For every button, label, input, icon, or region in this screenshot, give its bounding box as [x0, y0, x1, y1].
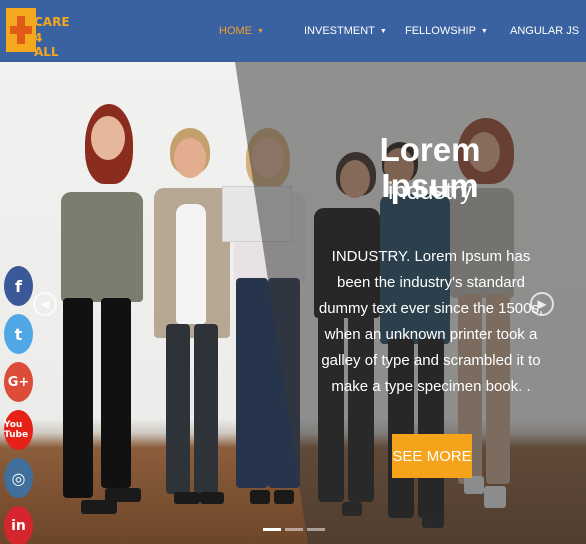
carousel-indicator[interactable] — [263, 528, 281, 531]
instagram-icon[interactable]: ◎ — [4, 458, 33, 498]
photo-person — [150, 128, 235, 508]
nav-investment[interactable]: INVESTMENT ▼ — [304, 0, 387, 62]
slide-subtitle: industry — [387, 178, 473, 205]
nav-fellowship-label: FELLOWSHIP — [405, 25, 476, 37]
top-navbar: CARE 4 ALL HOME ▼ INVESTMENT ▼ FELLOWSHI… — [0, 0, 586, 62]
carousel-indicator[interactable] — [285, 528, 303, 531]
logo-cross-icon — [6, 8, 36, 52]
logo-text-line1: CARE — [34, 15, 70, 29]
caret-down-icon: ▼ — [379, 27, 387, 35]
nav-home[interactable]: HOME ▼ — [219, 0, 264, 62]
see-more-button[interactable]: SEE MORE — [392, 434, 472, 478]
nav-investment-label: INVESTMENT — [304, 25, 375, 37]
caret-down-icon: ▼ — [257, 27, 264, 35]
carousel-indicator[interactable] — [307, 528, 325, 531]
twitter-icon[interactable]: t — [4, 314, 33, 354]
slide-description: INDUSTRY. Lorem Ipsum has been the indus… — [318, 248, 544, 395]
hero-carousel: Lorem Ipsum industry INDUSTRY. Lorem Ips… — [0, 62, 586, 544]
nav-home-label: HOME — [219, 25, 252, 37]
photo-person — [55, 102, 145, 522]
carousel-next-arrow-icon[interactable]: ▶ — [530, 292, 554, 316]
nav-fellowship[interactable]: FELLOWSHIP ▼ — [405, 0, 488, 62]
nav-angular-js[interactable]: ANGULAR JS — [510, 0, 579, 62]
care4all-logo[interactable]: CARE 4 ALL — [6, 8, 70, 59]
logo-text-line2: 4 ALL — [34, 31, 59, 59]
linkedin-icon[interactable]: in — [4, 506, 33, 544]
google-plus-icon[interactable]: G+ — [4, 362, 33, 402]
facebook-icon[interactable]: f — [4, 266, 33, 306]
youtube-icon[interactable]: You Tube — [4, 410, 33, 450]
carousel-indicators — [263, 528, 325, 531]
carousel-prev-arrow-icon[interactable]: ◀ — [33, 292, 57, 316]
nav-angular-js-label: ANGULAR JS — [510, 25, 580, 37]
caret-down-icon: ▼ — [480, 27, 488, 35]
